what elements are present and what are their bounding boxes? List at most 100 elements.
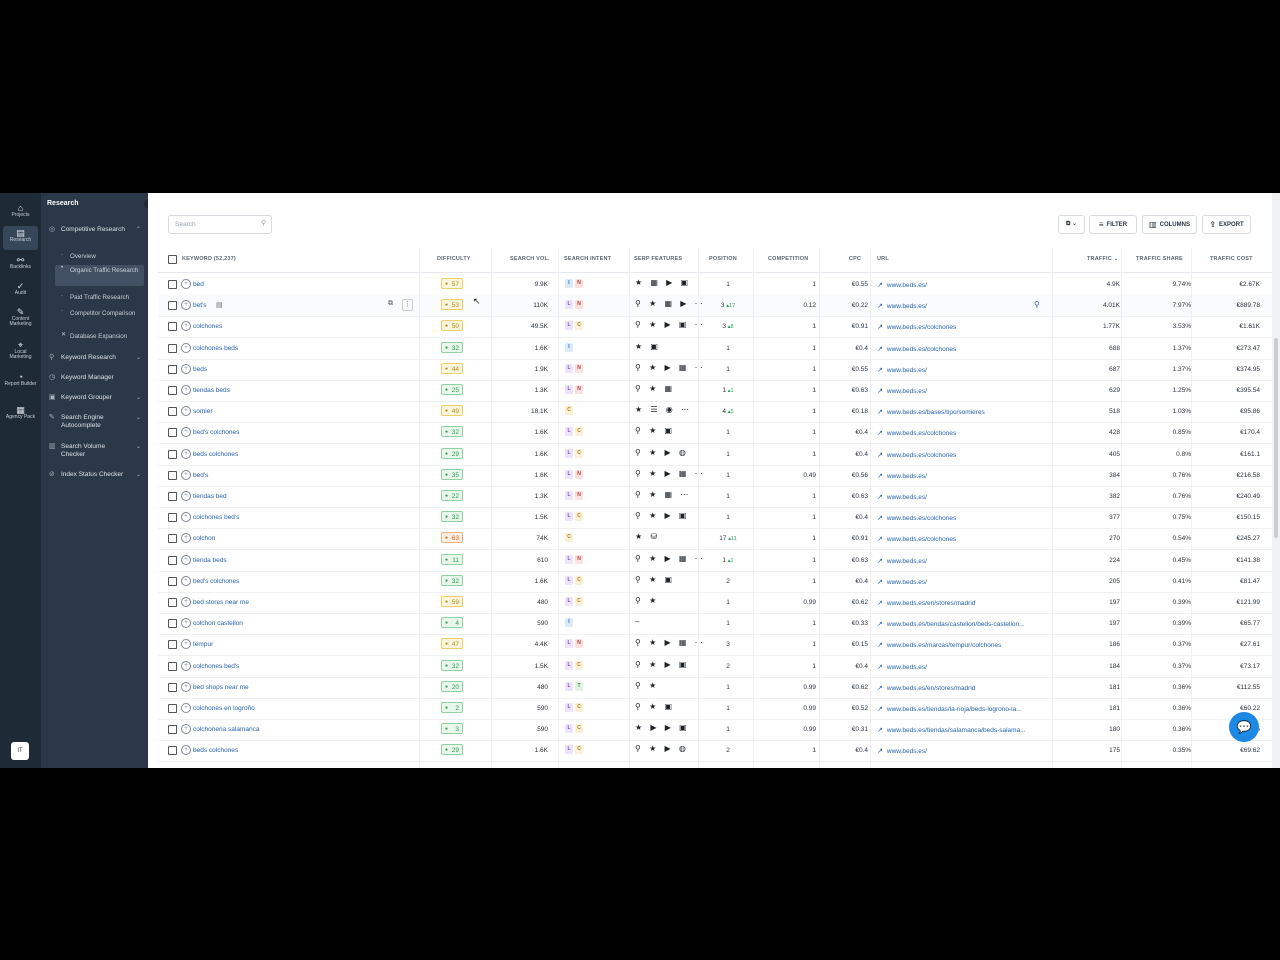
- chat-bubble-icon[interactable]: 💬: [1229, 712, 1259, 742]
- table-row[interactable]: + colchon ● 63 74K C ★ ⛁ 17 ▴11 1 €0.91 ↗ www.beds.…: [158, 528, 1272, 551]
- table-row[interactable]: + beds ● 44 1.9K L N ⚲ ★ ▶ ▦ ⋯ 1 1 €0.55 ↗ www.beds…: [158, 359, 1272, 381]
- row-checkbox[interactable]: [168, 661, 177, 671]
- scroll-thumb[interactable]: [1274, 338, 1278, 538]
- filter-button[interactable]: ≡ FILTER: [1089, 215, 1137, 234]
- row-checkbox[interactable]: [168, 534, 177, 544]
- keyword-link[interactable]: colchones en logroño: [193, 705, 255, 712]
- keyword-link[interactable]: bed's: [193, 472, 208, 479]
- keyword-link[interactable]: bed: [193, 281, 204, 288]
- copy-icon[interactable]: ⧉: [388, 300, 393, 308]
- nav-keyword-research[interactable]: ⚲ Keyword Research ⌄: [49, 354, 145, 363]
- add-keyword-icon[interactable]: +: [181, 575, 191, 586]
- rail-audit[interactable]: ✓ Audit: [3, 279, 38, 303]
- row-checkbox[interactable]: [168, 513, 177, 523]
- url-link[interactable]: ↗ www.beds.es/colchones: [877, 429, 956, 437]
- col-difficulty[interactable]: DIFFICULTY: [437, 256, 471, 262]
- columns-button[interactable]: ▥ COLUMNS: [1142, 215, 1197, 234]
- table-row[interactable]: + bed shops near me ● 20 480 L T ⚲ ★ 1 0.99 €0.62…: [158, 677, 1272, 699]
- col-traffic-share[interactable]: TRAFFIC SHARE: [1136, 256, 1183, 262]
- table-row[interactable]: + beds colchones ● 29 1.6K L C ⚲ ★ ▶ ◍ 1 1 €0.4 ↗ w…: [158, 444, 1272, 466]
- col-competition[interactable]: COMPETITION: [768, 256, 808, 262]
- table-row[interactable]: + tiendas bed ● 22 1.3K L N ⚲ ★ ▦ ⋯ 1 1 €0.63 ↗ www…: [158, 486, 1272, 508]
- add-keyword-icon[interactable]: +: [181, 660, 191, 671]
- scrollbar[interactable]: [1272, 193, 1280, 768]
- keyword-link[interactable]: somier: [193, 408, 213, 415]
- keyword-link[interactable]: beds: [193, 366, 207, 373]
- row-checkbox[interactable]: [168, 364, 177, 374]
- table-row[interactable]: + colchones bed's ● 32 1.5K L C ⚲ ★ ▶ ▣ 2 1 €0.4 ↗…: [158, 656, 1272, 678]
- row-checkbox[interactable]: [168, 704, 177, 713]
- keyword-link[interactable]: colchones: [193, 323, 222, 330]
- col-cpc[interactable]: CPC: [849, 256, 861, 262]
- add-keyword-icon[interactable]: +: [181, 385, 191, 395]
- sub-organic-traffic-research[interactable]: • Organic Traffic Research: [55, 265, 144, 286]
- row-checkbox[interactable]: [168, 280, 177, 289]
- keyword-link[interactable]: tempur: [193, 641, 213, 648]
- url-link[interactable]: ↗ www.beds.es/colchones: [877, 323, 956, 331]
- export-button[interactable]: ⇪ EXPORT: [1202, 215, 1251, 234]
- row-checkbox[interactable]: [168, 746, 177, 756]
- add-keyword-icon[interactable]: +: [181, 469, 191, 480]
- row-checkbox[interactable]: [168, 492, 177, 501]
- row-checkbox[interactable]: [168, 428, 177, 438]
- add-keyword-icon[interactable]: +: [181, 321, 191, 332]
- row-checkbox[interactable]: [168, 449, 177, 459]
- url-link[interactable]: ↗ www.beds.es/: [877, 472, 927, 480]
- rail-agency-pack[interactable]: ▦ Agency Pack: [3, 403, 38, 433]
- rail-research[interactable]: ▤ Research: [3, 226, 38, 250]
- rail-report-builder[interactable]: ◔ Report Builder: [3, 370, 38, 400]
- sub-overview[interactable]: · Overview: [55, 252, 144, 261]
- user-avatar[interactable]: IT: [11, 742, 29, 760]
- col-traffic[interactable]: TRAFFIC ⌄: [1087, 256, 1118, 262]
- table-row[interactable]: + colchoneria salamanca ● 3 590 L C ★ ▶ ▶ ▣ 1 0.…: [158, 719, 1272, 742]
- col-search-intent[interactable]: SEARCH INTENT: [564, 256, 611, 262]
- col-keyword[interactable]: KEYWORD (52,237): [182, 256, 236, 262]
- row-checkbox[interactable]: [168, 682, 177, 692]
- row-checkbox[interactable]: [168, 386, 177, 395]
- add-keyword-icon[interactable]: +: [181, 512, 191, 523]
- table-row[interactable]: + tienda beds ● 11 610 L N ⚲ ★ ▶ ▦ ⋯ 1 ▴1 1 €0.63 ↗…: [158, 550, 1272, 572]
- url-link[interactable]: ↗ www.beds.es/tiendas/la-rioja/beds-logro…: [877, 705, 1022, 713]
- add-keyword-icon[interactable]: +: [181, 681, 191, 692]
- url-link[interactable]: ↗ www.beds.es/colchones: [877, 514, 956, 522]
- table-row[interactable]: + tiendas beds ● 25 1.3K L N ⚲ ★ ▦ 1 ▴1 1 €0.63 ↗ ww…: [158, 380, 1272, 402]
- url-link[interactable]: ↗ www.beds.es/tiendas/castellon/beds-cast…: [877, 620, 1025, 628]
- nav-keyword-grouper[interactable]: ▣ Keyword Grouper ⌄: [49, 394, 145, 403]
- keyword-link[interactable]: tiendas bed: [193, 493, 227, 500]
- add-keyword-icon[interactable]: +: [181, 448, 191, 459]
- more-options-icon[interactable]: ⋮: [402, 299, 413, 312]
- table-row[interactable]: + colchones bed's ● 32 1.5K L C ⚲ ★ ▶ ▣ 1 1 €0.4 ↗…: [158, 507, 1272, 530]
- add-keyword-icon[interactable]: +: [181, 724, 191, 735]
- table-row[interactable]: + colchones beds ● 32 1.6K I ★ ▣ 1 1 €0.4 ↗ www.be…: [158, 338, 1272, 360]
- url-link[interactable]: ↗ www.beds.es/marcas/tempur/colchones: [877, 641, 1001, 649]
- url-link[interactable]: ↗ www.beds.es/colchones: [877, 345, 956, 353]
- col-position[interactable]: POSITION: [709, 256, 737, 262]
- table-row[interactable]: + somier ● 49 18.1K C ★ ☰ ◉ ⋯ 4 ▴5 1 €0.18 ↗ www.be…: [158, 401, 1272, 424]
- keyword-link[interactable]: tienda beds: [193, 557, 227, 564]
- add-keyword-icon[interactable]: +: [181, 639, 191, 650]
- url-link[interactable]: ↗ www.beds.es/en/stores/madrid: [877, 599, 975, 607]
- row-checkbox[interactable]: [168, 301, 177, 311]
- sub-competitor-comparison[interactable]: · Competitor Comparison: [55, 308, 144, 324]
- col-traffic-cost[interactable]: TRAFFIC COST: [1210, 256, 1253, 262]
- nav-search-volume-checker[interactable]: ▥ Search Volume Checker ⌄: [49, 443, 145, 460]
- row-checkbox[interactable]: [168, 343, 177, 353]
- url-link[interactable]: ↗ www.beds.es/en/stores/madrid: [877, 684, 975, 692]
- sub-database-expansion[interactable]: ✕ Database Expansion: [55, 332, 144, 341]
- table-row[interactable]: + bed's ● 35 1.6K L N ⚲ ★ ▶ ▦ ⋯ 1 0.49 €0.56 ↗ www.…: [158, 465, 1272, 487]
- row-checkbox[interactable]: [168, 725, 177, 735]
- table-row[interactable]: + tempur ● 47 4.4K L N ⚲ ★ ▶ ▦ ⋯ 3 1 €0.15 ↗ www.be…: [158, 634, 1272, 657]
- row-checkbox[interactable]: [168, 619, 177, 629]
- row-checkbox[interactable]: [168, 640, 177, 650]
- keyword-link[interactable]: beds colchones: [193, 451, 238, 458]
- keyword-link[interactable]: bet's: [193, 302, 207, 309]
- add-keyword-icon[interactable]: +: [181, 342, 191, 353]
- url-link[interactable]: ↗ www.beds.es/tiendas/salamanca/beds-sala…: [877, 726, 1026, 734]
- col-serp-features[interactable]: SERP FEATURES: [634, 256, 682, 262]
- url-link[interactable]: ↗ www.beds.es/: [877, 366, 927, 374]
- row-checkbox[interactable]: [168, 470, 177, 480]
- table-row[interactable]: + colchones ● 50 49.5K L C ⚲ ★ ▶ ▣ ⋯ 3 ▴8 1 €0.91 ↗…: [158, 316, 1272, 339]
- url-link[interactable]: ↗ www.beds.es/: [877, 663, 927, 671]
- add-keyword-icon[interactable]: +: [181, 406, 191, 417]
- add-keyword-icon[interactable]: +: [181, 618, 191, 629]
